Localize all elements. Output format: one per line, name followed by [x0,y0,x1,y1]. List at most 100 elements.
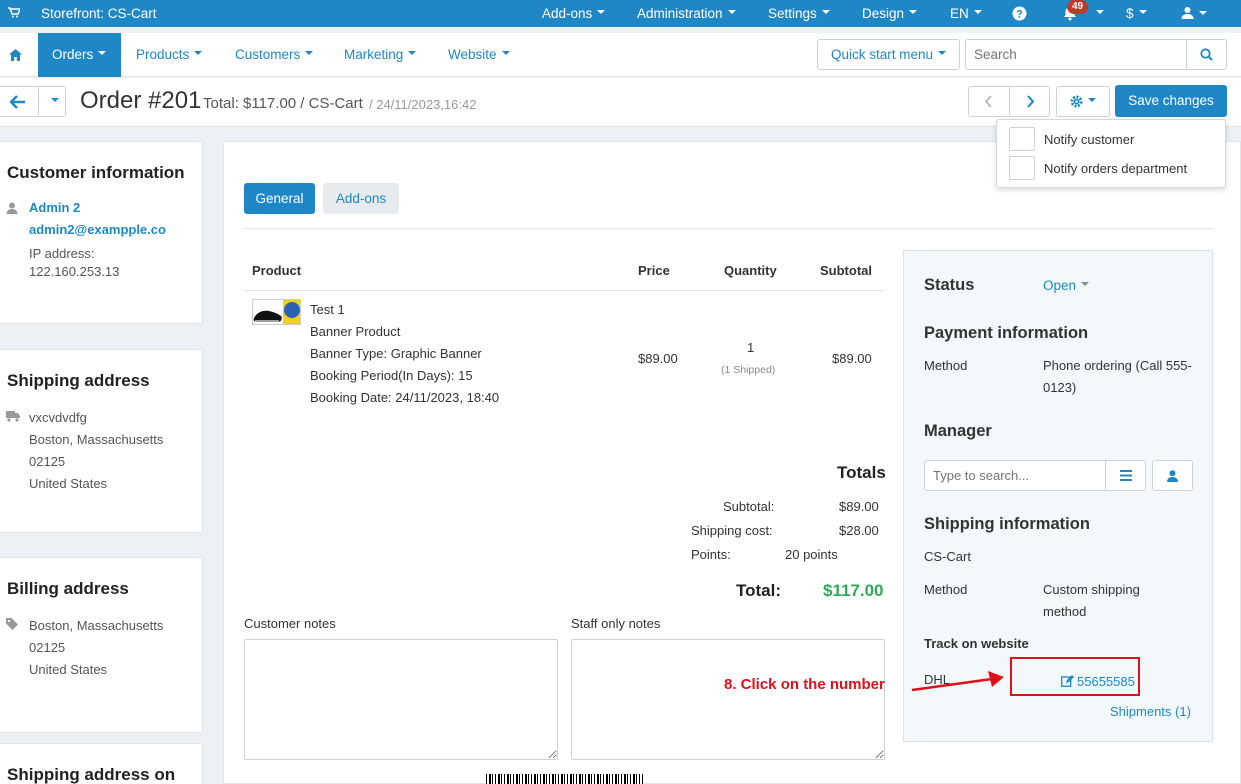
chevron-down-icon [938,51,947,56]
notify-orders-checkbox[interactable] [1009,156,1035,180]
back-button-group [0,86,66,117]
col-quantity: Quantity [724,263,777,278]
notify-customer-checkbox[interactable] [1009,127,1035,151]
status-value: Open [1043,278,1077,293]
nav-website[interactable]: Website [448,33,510,77]
shipments-link[interactable]: Shipments (1) [1110,704,1191,719]
design-menu[interactable]: Design [862,0,918,27]
notify-dropdown: Notify customer Notify orders department [996,119,1226,188]
home-icon[interactable] [0,33,30,77]
payment-method-label: Method [924,358,968,373]
customer-email-link[interactable]: admin2@exampple.co [29,222,166,237]
cart-icon[interactable] [8,0,22,27]
product-name: Test 1 [310,302,345,317]
totals-heading: Totals [837,463,886,482]
manager-heading: Manager [924,422,992,440]
status-dropdown[interactable]: Open [1043,278,1090,293]
billing-zip: 02125 [29,640,66,655]
notify-orders-department-option[interactable]: Notify orders department [1009,155,1187,181]
order-total-summary: Total: $117.00 / CS-Cart [203,95,363,112]
chevron-down-icon [973,10,982,15]
user-menu[interactable] [1181,6,1207,21]
shipped-count: (1 Shipped) [721,364,776,376]
shipping-zip: 02125 [29,454,66,469]
chevron-down-icon [727,10,736,15]
chevron-down-icon [1088,97,1096,102]
staff-notes-field[interactable] [571,639,885,760]
grand-total-label: Total: [736,581,782,600]
customer-notes-label: Customer notes [244,616,336,631]
shipping-address-heading: Shipping address [7,371,150,390]
tab-general[interactable]: General [244,183,315,214]
addons-menu[interactable]: Add-ons [542,0,606,27]
manager-list-button[interactable] [1105,461,1145,490]
chevron-down-icon [501,51,510,56]
chevron-down-icon [194,51,203,56]
manager-search-input[interactable] [925,461,1107,490]
status-heading: Status [924,276,975,294]
search-button[interactable] [1186,40,1226,69]
ip-value: 122.160.253.13 [29,264,120,279]
chevron-down-icon [1199,11,1207,16]
notifications-caret[interactable] [1091,0,1104,27]
gear-icon [1070,95,1083,108]
nav-orders[interactable]: Orders [38,33,121,77]
divider [244,290,884,291]
product-subtotal: $89.00 [832,351,872,366]
nav-products[interactable]: Products [136,33,203,77]
settings-dropdown-button[interactable] [1056,86,1110,117]
language-menu[interactable]: EN [950,0,982,27]
addons-label: Add-ons [542,6,593,21]
currency-menu[interactable]: $ [1126,0,1147,27]
nav-marketing[interactable]: Marketing [344,33,417,77]
nav-marketing-label: Marketing [344,47,404,62]
customer-notes-field[interactable] [244,639,558,760]
track-heading: Track on website [924,636,1029,651]
design-label: Design [862,6,905,21]
arrow-icon [911,671,1004,692]
product-qty: 1 [747,340,755,355]
divider [38,87,39,116]
chevron-down-icon [98,51,107,56]
back-arrow-icon[interactable] [9,95,26,112]
save-changes-button[interactable]: Save changes [1115,85,1227,117]
nav-website-label: Website [448,47,497,62]
product-thumbnail[interactable] [252,299,301,325]
search-input[interactable] [966,40,1187,69]
billing-country: United States [29,662,108,677]
subtotal-value: $89.00 [839,499,879,514]
payment-info-heading: Payment information [924,324,1089,342]
help-icon[interactable]: ? [1012,6,1027,21]
customer-name-link[interactable]: Admin 2 [29,200,80,215]
tab-addons[interactable]: Add-ons [323,183,399,214]
administration-menu[interactable]: Administration [637,0,736,27]
next-order-icon[interactable] [1026,95,1035,111]
search-box [965,39,1227,70]
booking-date: Booking Date: 24/11/2023, 18:40 [310,390,500,405]
back-dropdown-caret[interactable] [46,93,59,108]
assign-manager-button[interactable] [1152,460,1193,491]
list-icon [1119,470,1132,481]
notification-badge: 49 [1067,0,1089,14]
nav-customers-label: Customers [235,47,301,62]
chevron-down-icon [1096,10,1104,15]
shipping-info-heading: Shipping information [924,515,1090,533]
prev-order-icon[interactable] [984,95,993,111]
staff-notes-label: Staff only notes [571,616,661,631]
nav-customers[interactable]: Customers [235,33,314,77]
shipping-address-on-card: Shipping address on [0,743,203,784]
col-product: Product [252,263,302,278]
chevron-down-icon [1081,282,1090,287]
shipping-city: Boston, Massachusetts [29,432,164,447]
points-value: 20 points [785,547,838,562]
billing-address-heading: Billing address [7,579,129,598]
svg-text:?: ? [1016,9,1023,21]
quick-start-menu-button[interactable]: Quick start menu [817,39,960,70]
settings-menu[interactable]: Settings [768,0,830,27]
shipping-method-label: Method [924,582,968,597]
notify-customer-option[interactable]: Notify customer [1009,126,1134,152]
shipping-method-value: Custom shipping method [1043,582,1140,619]
storefront-link[interactable]: Storefront: CS-Cart [41,0,157,27]
shipping-cost-label: Shipping cost: [691,523,773,538]
user-icon [6,202,18,217]
